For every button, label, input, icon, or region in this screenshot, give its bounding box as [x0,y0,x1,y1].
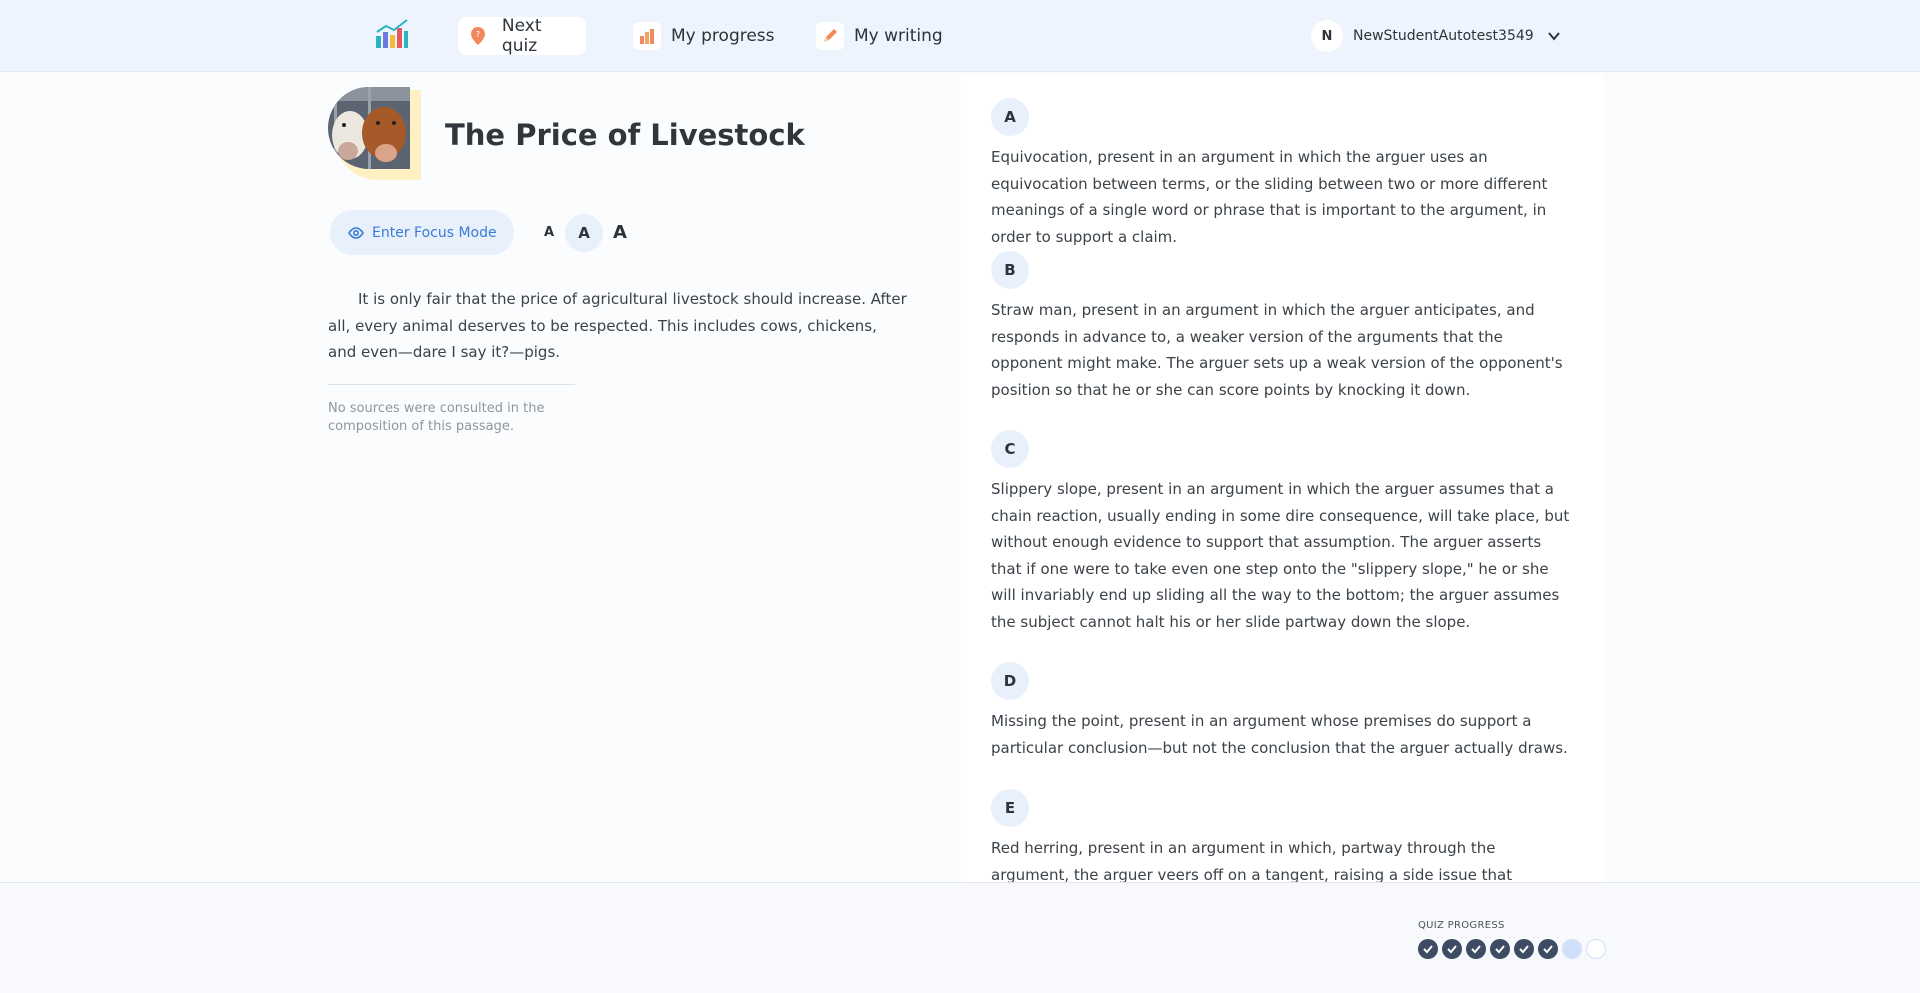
checkmark-icon [1423,945,1433,954]
svg-text:?: ? [476,30,480,39]
enter-focus-mode-button[interactable]: Enter Focus Mode [330,210,514,255]
font-size-small-button[interactable]: A [538,214,560,250]
answer-choices-panel: A Equivocation, present in an argument i… [961,74,1603,882]
quiz-progress-dot-done [1466,939,1486,959]
nav-next-quiz[interactable]: ? Next quiz [458,16,586,56]
answer-choice-b[interactable]: B Straw man, present in an argument in w… [991,251,1576,403]
answer-choice-c[interactable]: C Slippery slope, present in an argument… [991,430,1576,635]
font-size-medium-button[interactable]: A [565,214,603,252]
quiz-progress-dot-done [1418,939,1438,959]
quiz-progress-dot-done [1442,939,1462,959]
avatar: N [1311,20,1343,52]
bottom-bar [0,882,1920,993]
passage-sources-note: No sources were consulted in the composi… [328,401,545,434]
map-pin-icon: ? [465,22,492,50]
quiz-progress-label: QUIZ PROGRESS [1418,920,1505,931]
choice-text: Straw man, present in an argument in whi… [991,301,1563,399]
pencil-icon [816,22,844,50]
nav-my-writing[interactable]: My writing [809,17,950,55]
quiz-progress-dot-done [1514,939,1534,959]
passage-divider [328,384,575,385]
nav-my-progress[interactable]: My progress [626,17,782,55]
checkmark-icon [1471,945,1481,954]
checkmark-icon [1447,945,1457,954]
choice-letter: C [991,430,1029,468]
checkmark-icon [1495,945,1505,954]
quiz-progress-dot-current [1562,939,1582,959]
checkmark-icon [1543,945,1553,954]
choice-letter: D [991,662,1029,700]
choice-letter: B [991,251,1029,289]
user-name: NewStudentAutotest3549 [1353,28,1534,44]
enter-focus-mode-label: Enter Focus Mode [372,224,497,241]
choice-text: Missing the point, present in an argumen… [991,712,1568,757]
user-menu[interactable]: N NewStudentAutotest3549 [1311,20,1562,52]
passage-body: It is only fair that the price of agricu… [328,290,907,361]
quiz-progress-dot-done [1490,939,1510,959]
passage-title: The Price of Livestock [445,118,805,152]
chart-logo-icon[interactable] [374,18,410,50]
nav-next-quiz-label: Next quiz [501,16,542,56]
bar-chart-icon [633,22,661,50]
top-navigation: ? Next quiz My progress My writing N New… [0,0,1920,72]
livestock-image [328,87,410,169]
choice-text: Red herring, present in an argument in w… [991,839,1513,882]
font-size-large-button[interactable]: A [608,214,632,250]
choice-text: Equivocation, present in an argument in … [991,148,1548,246]
answer-choice-a[interactable]: A Equivocation, present in an argument i… [991,98,1576,250]
choice-text: Slippery slope, present in an argument i… [991,480,1570,631]
nav-my-progress-label: My progress [671,26,775,46]
nav-my-writing-label: My writing [854,26,943,46]
chevron-down-icon [1546,28,1562,44]
choice-letter: A [991,98,1029,136]
answer-choice-e[interactable]: E Red herring, present in an argument in… [991,789,1576,882]
quiz-progress-dot-todo [1586,939,1606,959]
checkmark-icon [1519,945,1529,954]
choice-letter: E [991,789,1029,827]
quiz-progress-dot-done [1538,939,1558,959]
quiz-progress-indicator [1418,939,1606,959]
answer-choice-d[interactable]: D Missing the point, present in an argum… [991,662,1576,761]
eye-icon [348,226,364,239]
